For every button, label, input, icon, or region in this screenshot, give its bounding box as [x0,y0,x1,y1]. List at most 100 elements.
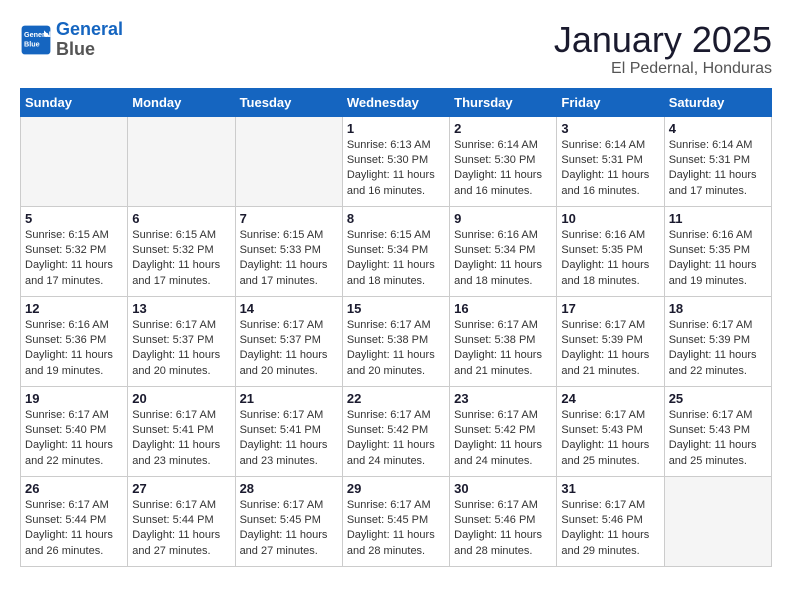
calendar-day-cell: 9Sunrise: 6:16 AMSunset: 5:34 PMDaylight… [450,206,557,296]
day-info: Sunrise: 6:17 AMSunset: 5:41 PMDaylight:… [240,408,338,470]
day-info: Sunrise: 6:15 AMSunset: 5:32 PMDaylight:… [132,228,230,290]
day-info: Sunrise: 6:17 AMSunset: 5:37 PMDaylight:… [240,318,338,380]
day-number: 22 [347,391,445,406]
calendar-week-row: 12 Sunrise: 6:16 AMSunset: 5:36 PMDayligh… [21,296,772,386]
day-info: Sunrise: 6:16 AMSunset: 5:34 PMDaylight:… [454,228,552,290]
calendar-day-cell: 28 Sunrise: 6:17 AMSunset: 5:45 PMDayligh… [235,476,342,566]
day-number: 13 [132,301,230,316]
calendar-day-cell: 17 Sunrise: 6:17 AMSunset: 5:39 PMDayligh… [557,296,664,386]
calendar-week-row: 1Sunrise: 6:13 AMSunset: 5:30 PMDaylight… [21,116,772,206]
day-info: Sunrise: 6:16 AMSunset: 5:35 PMDaylight:… [669,228,767,290]
day-info: Sunrise: 6:17 AMSunset: 5:46 PMDaylight:… [561,498,659,560]
day-info: Sunrise: 6:17 AMSunset: 5:37 PMDaylight:… [132,318,230,380]
calendar-day-cell: 19 Sunrise: 6:17 AMSunset: 5:40 PMDayligh… [21,386,128,476]
calendar-day-cell: 22 Sunrise: 6:17 AMSunset: 5:42 PMDayligh… [342,386,449,476]
weekday-header: Sunday [21,88,128,116]
day-number: 28 [240,481,338,496]
calendar-day-cell: 16Sunrise: 6:17 AMSunset: 5:38 PMDayligh… [450,296,557,386]
day-info: Sunrise: 6:17 AMSunset: 5:42 PMDaylight:… [347,408,445,470]
calendar-day-cell: 30 Sunrise: 6:17 AMSunset: 5:46 PMDayligh… [450,476,557,566]
calendar-day-cell: 1Sunrise: 6:13 AMSunset: 5:30 PMDaylight… [342,116,449,206]
calendar-day-cell: 6Sunrise: 6:15 AMSunset: 5:32 PMDaylight… [128,206,235,296]
day-number: 26 [25,481,123,496]
calendar-day-cell: 23 Sunrise: 6:17 AMSunset: 5:42 PMDayligh… [450,386,557,476]
day-info: Sunrise: 6:15 AMSunset: 5:32 PMDaylight:… [25,228,123,290]
day-number: 15 [347,301,445,316]
day-info: Sunrise: 6:13 AMSunset: 5:30 PMDaylight:… [347,138,445,200]
calendar-day-cell: 2 Sunrise: 6:14 AMSunset: 5:30 PMDaylight… [450,116,557,206]
day-number: 24 [561,391,659,406]
day-info: Sunrise: 6:17 AMSunset: 5:43 PMDaylight:… [561,408,659,470]
calendar-day-cell: 18 Sunrise: 6:17 AMSunset: 5:39 PMDayligh… [664,296,771,386]
day-info: Sunrise: 6:14 AMSunset: 5:30 PMDaylight:… [454,138,552,200]
calendar-table: SundayMondayTuesdayWednesdayThursdayFrid… [20,88,772,567]
day-info: Sunrise: 6:17 AMSunset: 5:45 PMDaylight:… [347,498,445,560]
calendar-day-cell: 27Sunrise: 6:17 AMSunset: 5:44 PMDayligh… [128,476,235,566]
day-info: Sunrise: 6:17 AMSunset: 5:39 PMDaylight:… [561,318,659,380]
calendar-day-cell: 25Sunrise: 6:17 AMSunset: 5:43 PMDayligh… [664,386,771,476]
calendar-day-cell: 21 Sunrise: 6:17 AMSunset: 5:41 PMDayligh… [235,386,342,476]
calendar-day-cell [128,116,235,206]
svg-text:Blue: Blue [24,39,40,48]
calendar-day-cell: 11 Sunrise: 6:16 AMSunset: 5:35 PMDayligh… [664,206,771,296]
calendar-day-cell: 20Sunrise: 6:17 AMSunset: 5:41 PMDayligh… [128,386,235,476]
day-number: 10 [561,211,659,226]
day-number: 7 [240,211,338,226]
day-number: 18 [669,301,767,316]
calendar-day-cell: 5Sunrise: 6:15 AMSunset: 5:32 PMDaylight… [21,206,128,296]
day-info: Sunrise: 6:17 AMSunset: 5:44 PMDaylight:… [25,498,123,560]
day-number: 30 [454,481,552,496]
calendar-day-cell [21,116,128,206]
day-info: Sunrise: 6:17 AMSunset: 5:45 PMDaylight:… [240,498,338,560]
day-number: 21 [240,391,338,406]
day-number: 19 [25,391,123,406]
day-number: 31 [561,481,659,496]
weekday-header: Tuesday [235,88,342,116]
day-number: 14 [240,301,338,316]
calendar-day-cell: 4Sunrise: 6:14 AMSunset: 5:31 PMDaylight… [664,116,771,206]
weekday-header: Friday [557,88,664,116]
day-info: Sunrise: 6:14 AMSunset: 5:31 PMDaylight:… [561,138,659,200]
day-number: 12 [25,301,123,316]
day-info: Sunrise: 6:17 AMSunset: 5:40 PMDaylight:… [25,408,123,470]
calendar-day-cell: 26 Sunrise: 6:17 AMSunset: 5:44 PMDayligh… [21,476,128,566]
calendar-day-cell: 3Sunrise: 6:14 AMSunset: 5:31 PMDaylight… [557,116,664,206]
calendar-day-cell: 8 Sunrise: 6:15 AMSunset: 5:34 PMDaylight… [342,206,449,296]
day-number: 17 [561,301,659,316]
calendar-day-cell: 7Sunrise: 6:15 AMSunset: 5:33 PMDaylight… [235,206,342,296]
title-block: January 2025 El Pedernal, Honduras [554,20,772,78]
weekday-header: Wednesday [342,88,449,116]
logo: General Blue GeneralBlue [20,20,123,60]
day-number: 29 [347,481,445,496]
day-info: Sunrise: 6:17 AMSunset: 5:43 PMDaylight:… [669,408,767,470]
calendar-week-row: 19 Sunrise: 6:17 AMSunset: 5:40 PMDayligh… [21,386,772,476]
calendar-day-cell [664,476,771,566]
day-number: 23 [454,391,552,406]
day-number: 2 [454,121,552,136]
day-number: 4 [669,121,767,136]
calendar-day-cell [235,116,342,206]
day-number: 8 [347,211,445,226]
calendar-day-cell: 24 Sunrise: 6:17 AMSunset: 5:43 PMDayligh… [557,386,664,476]
day-number: 11 [669,211,767,226]
day-info: Sunrise: 6:17 AMSunset: 5:46 PMDaylight:… [454,498,552,560]
page-header: General Blue GeneralBlue January 2025 El… [20,20,772,78]
calendar-day-cell: 29 Sunrise: 6:17 AMSunset: 5:45 PMDayligh… [342,476,449,566]
day-info: Sunrise: 6:17 AMSunset: 5:38 PMDaylight:… [347,318,445,380]
calendar-day-cell: 13 Sunrise: 6:17 AMSunset: 5:37 PMDayligh… [128,296,235,386]
calendar-day-cell: 31 Sunrise: 6:17 AMSunset: 5:46 PMDayligh… [557,476,664,566]
weekday-header: Monday [128,88,235,116]
day-info: Sunrise: 6:16 AMSunset: 5:36 PMDaylight:… [25,318,123,380]
day-info: Sunrise: 6:16 AMSunset: 5:35 PMDaylight:… [561,228,659,290]
day-info: Sunrise: 6:17 AMSunset: 5:41 PMDaylight:… [132,408,230,470]
day-info: Sunrise: 6:17 AMSunset: 5:39 PMDaylight:… [669,318,767,380]
day-info: Sunrise: 6:15 AMSunset: 5:34 PMDaylight:… [347,228,445,290]
calendar-day-cell: 12 Sunrise: 6:16 AMSunset: 5:36 PMDayligh… [21,296,128,386]
weekday-header: Thursday [450,88,557,116]
calendar-day-cell: 15 Sunrise: 6:17 AMSunset: 5:38 PMDayligh… [342,296,449,386]
calendar-day-cell: 10 Sunrise: 6:16 AMSunset: 5:35 PMDayligh… [557,206,664,296]
calendar-day-cell: 14 Sunrise: 6:17 AMSunset: 5:37 PMDayligh… [235,296,342,386]
day-info: Sunrise: 6:17 AMSunset: 5:42 PMDaylight:… [454,408,552,470]
logo-icon: General Blue [20,24,52,56]
location: El Pedernal, Honduras [554,60,772,78]
